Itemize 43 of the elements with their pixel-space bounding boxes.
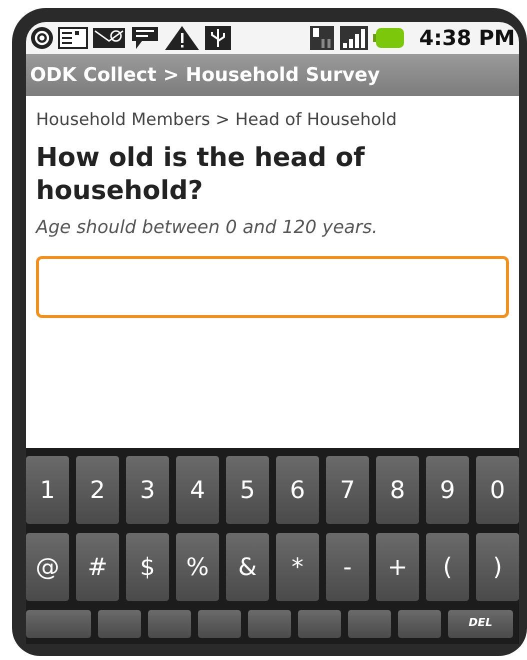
key[interactable] <box>398 610 441 638</box>
key[interactable]: * <box>276 533 319 601</box>
key[interactable]: 4 <box>176 456 219 524</box>
key[interactable]: - <box>326 533 369 601</box>
key[interactable]: 6 <box>276 456 319 524</box>
key[interactable]: $ <box>126 533 169 601</box>
key[interactable]: 0 <box>476 456 519 524</box>
key[interactable]: # <box>76 533 119 601</box>
key[interactable] <box>98 610 141 638</box>
breadcrumb: Household Members > Head of Household <box>36 110 398 130</box>
warning-icon <box>164 25 200 51</box>
key[interactable]: 8 <box>376 456 419 524</box>
key[interactable]: 7 <box>326 456 369 524</box>
key[interactable] <box>148 610 191 638</box>
battery-icon <box>373 27 406 49</box>
key[interactable]: 5 <box>226 456 269 524</box>
key[interactable] <box>248 610 291 638</box>
key[interactable]: % <box>176 533 219 601</box>
key[interactable]: 1 <box>26 456 69 524</box>
key[interactable] <box>298 610 341 638</box>
hint-text: Age should between 0 and 120 years. <box>36 217 379 238</box>
key[interactable]: 3 <box>126 456 169 524</box>
key[interactable] <box>198 610 241 638</box>
usb-icon <box>204 25 232 51</box>
signal-icon <box>339 25 370 51</box>
key[interactable]: @ <box>26 533 69 601</box>
key[interactable]: ( <box>426 533 469 601</box>
key[interactable]: ) <box>476 533 519 601</box>
key[interactable]: 2 <box>76 456 119 524</box>
key[interactable]: 9 <box>426 456 469 524</box>
key[interactable] <box>26 610 91 638</box>
question-text: How old is the head of household? <box>36 142 366 207</box>
message-icon <box>130 25 160 51</box>
key[interactable]: + <box>376 533 419 601</box>
calendar-icon <box>58 27 88 49</box>
clock: 4:38 PM <box>419 26 515 50</box>
delete-key[interactable]: DEL <box>448 610 513 638</box>
email-icon <box>92 27 126 49</box>
app-title: ODK Collect > Household Survey <box>30 64 380 86</box>
data-signal-icon <box>309 25 336 51</box>
key[interactable] <box>348 610 391 638</box>
answer-field[interactable] <box>36 256 509 318</box>
key[interactable]: & <box>226 533 269 601</box>
